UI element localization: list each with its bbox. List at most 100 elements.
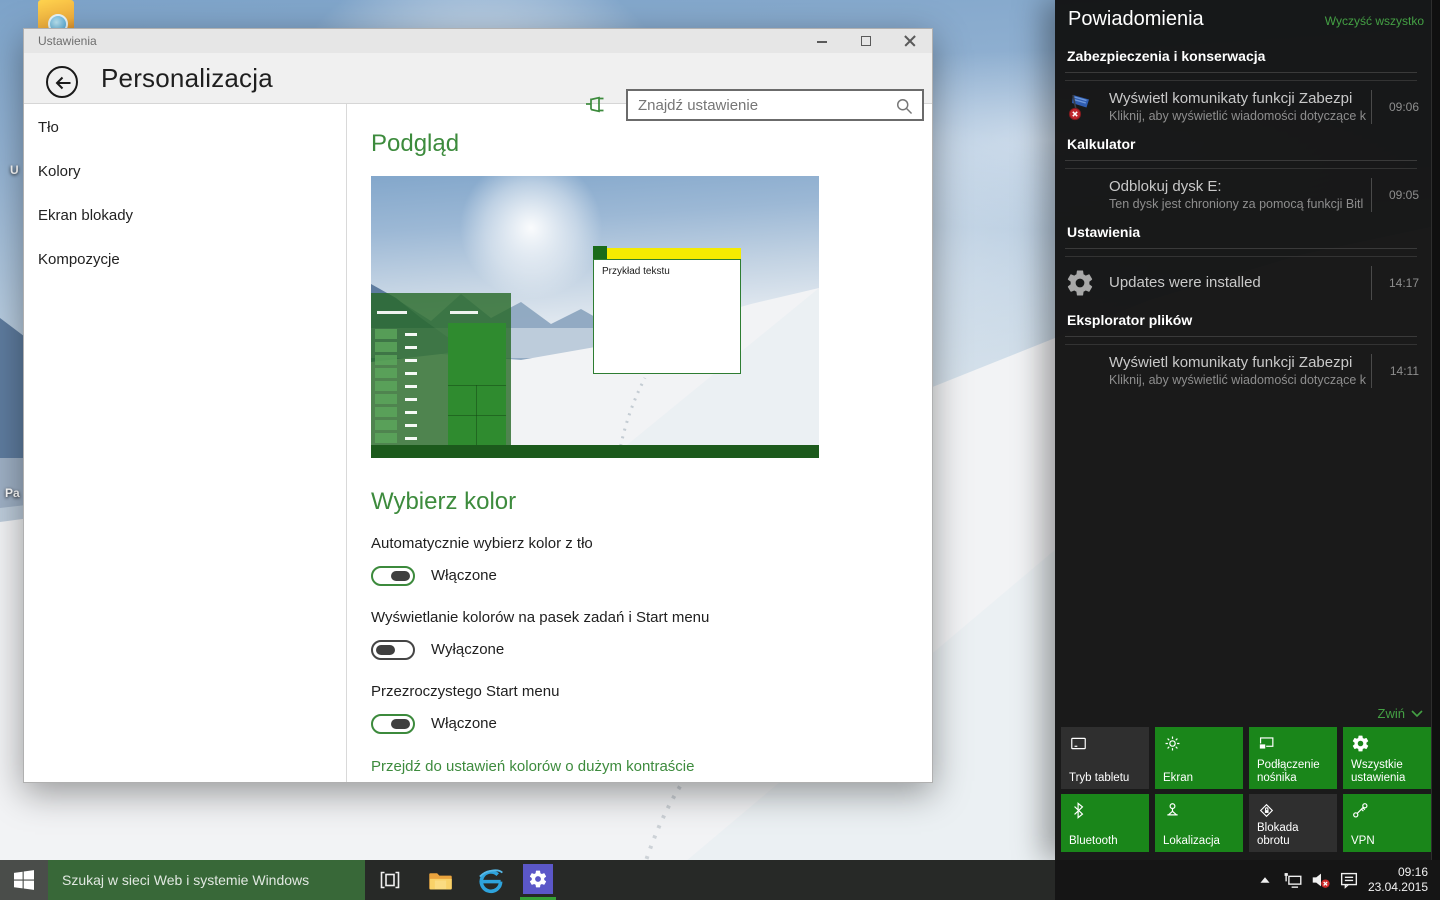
quick-action-display[interactable]: Ekran [1155, 727, 1243, 789]
window-title: Ustawienia [38, 34, 97, 48]
settings-window: Ustawienia Personalizacja Tło Kolory Ekr… [23, 28, 933, 783]
notification-item[interactable]: Updates were installed 14:17 [1065, 258, 1419, 307]
sidebar-item-themes[interactable]: Kompozycje [38, 248, 120, 272]
gear-icon [1352, 735, 1369, 752]
action-center-scrollbar[interactable] [1431, 0, 1440, 860]
sidebar-item-background[interactable]: Tło [38, 116, 59, 140]
sidebar-item-colors[interactable]: Kolory [38, 160, 81, 184]
tray-network[interactable] [1280, 860, 1306, 900]
back-button[interactable] [46, 66, 78, 98]
window-titlebar[interactable]: Ustawienia [24, 29, 932, 53]
notification-group: Ustawienia Updates were installed 14:17 [1055, 220, 1431, 308]
network-icon [1283, 872, 1302, 888]
close-button[interactable] [888, 29, 932, 53]
settings-search-box [626, 89, 924, 121]
vpn-icon [1353, 803, 1368, 818]
collapse-label: Zwiń [1377, 706, 1405, 721]
collapse-quick-actions[interactable]: Zwiń [1378, 706, 1424, 721]
settings-app-tile [523, 864, 553, 894]
app-header: Personalizacja [24, 53, 932, 121]
toggle-auto-color[interactable] [371, 566, 415, 586]
action-center-panel: Powiadomienia Wyczyść wszystko Zabezpiec… [1055, 0, 1440, 860]
gear-icon [1067, 270, 1093, 295]
taskbar-search-box [48, 860, 365, 900]
preview-sample-accent-square [593, 246, 607, 260]
file-explorer-button[interactable] [420, 860, 460, 900]
quick-action-rotation-lock[interactable]: Blokada obrotu [1249, 794, 1337, 852]
quick-action-connect-media[interactable]: Podłączenie nośnika [1249, 727, 1337, 789]
taskbar: 09:16 23.04.2015 [0, 860, 1440, 900]
maximize-icon [861, 36, 871, 46]
gear-icon [529, 870, 547, 888]
preview-sample-window: Przykład tekstu [593, 246, 741, 374]
quick-action-bluetooth[interactable]: Bluetooth [1061, 794, 1149, 852]
bluetooth-icon [1073, 802, 1084, 819]
toggle-knob [391, 719, 410, 729]
preview-sample-body: Przykład tekstu [593, 259, 741, 374]
desktop-icon-label-partial: Pa [5, 486, 20, 500]
search-icon [897, 98, 913, 115]
notification-group: Zabezpieczenia i konserwacja Wyświetl ko… [1055, 44, 1431, 132]
notification-title: Wyświetl komunikaty funkcji Zabezpi [1109, 89, 1353, 107]
internet-explorer-button[interactable] [470, 860, 510, 900]
notification-group: Kalkulator Odblokuj dysk E: Ten dysk jes… [1055, 132, 1431, 220]
preview-sample-text: Przykład tekstu [602, 266, 670, 277]
taskbar-search-input[interactable] [62, 860, 352, 900]
action-center-title: Powiadomienia [1068, 8, 1204, 30]
notification-time: 09:05 [1371, 177, 1419, 212]
quick-action-all-settings[interactable]: Wszystkie ustawienia [1343, 727, 1431, 789]
chevron-up-icon [1260, 877, 1270, 883]
notification-app-name: Kalkulator [1067, 136, 1136, 152]
preview-sample-titlebar [607, 248, 741, 259]
close-icon [904, 35, 916, 47]
desktop-icon[interactable] [38, 0, 74, 34]
toggle-transparent-start[interactable] [371, 714, 415, 734]
notification-time: 14:17 [1371, 265, 1419, 300]
notification-subtitle: Kliknij, aby wyświetlić wiadomości dotyc… [1109, 108, 1367, 123]
tray-volume[interactable] [1308, 860, 1334, 900]
tablet-mode-icon [1071, 737, 1086, 750]
quick-action-tablet-mode[interactable]: Tryb tabletu [1061, 727, 1149, 789]
clear-all-link[interactable]: Wyczyść wszystko [1325, 14, 1424, 28]
pin-icon [585, 96, 605, 113]
preview-start-menu [371, 293, 511, 445]
notification-group: Eksplorator plików Wyświetl komunikaty f… [1055, 308, 1431, 396]
taskbar-clock[interactable]: 09:16 23.04.2015 [1368, 865, 1428, 895]
notification-item[interactable]: Wyświetl komunikaty funkcji Zabezpi Klik… [1065, 346, 1419, 395]
notification-item[interactable]: Wyświetl komunikaty funkcji Zabezpi Klik… [1065, 82, 1419, 131]
quick-actions-grid: Tryb tabletu Ekran Podłączenie nośnika W… [1061, 727, 1431, 852]
volume-muted-icon [1312, 872, 1331, 889]
connect-screen-icon [1258, 737, 1274, 750]
sidebar-item-lockscreen[interactable]: Ekran blokady [38, 204, 133, 228]
pin-button[interactable] [584, 93, 606, 115]
minimize-button[interactable] [800, 29, 844, 53]
settings-app-button[interactable] [518, 860, 558, 900]
toggle-show-color[interactable] [371, 640, 415, 660]
notification-item[interactable]: Odblokuj dysk E: Ten dysk jest chroniony… [1065, 170, 1419, 219]
settings-search-input[interactable] [638, 91, 888, 119]
toggle-state-show-color: Wyłączone [431, 641, 505, 658]
toggle-knob [391, 571, 410, 581]
preview-start-tiles [448, 323, 506, 445]
security-flag-icon [1068, 93, 1090, 120]
task-view-button[interactable] [370, 860, 410, 900]
action-center-icon [1340, 872, 1358, 889]
page-title: Personalizacja [101, 63, 273, 93]
toggle-state-auto-color: Włączone [431, 567, 497, 584]
notification-title: Odblokuj dysk E: [1109, 177, 1222, 195]
task-view-icon [380, 871, 400, 889]
notification-app-name: Eksplorator plików [1067, 312, 1193, 328]
start-button[interactable] [0, 860, 48, 900]
notification-subtitle: Ten dysk jest chroniony za pomocą funkcj… [1109, 196, 1364, 211]
high-contrast-link[interactable]: Przejdź do ustawień kolorów o dużym kont… [371, 758, 694, 775]
tray-action-center[interactable] [1336, 860, 1362, 900]
minimize-icon [817, 41, 827, 43]
toggle-knob [376, 645, 395, 655]
tray-show-hidden-icons[interactable] [1256, 860, 1274, 900]
maximize-button[interactable] [844, 29, 888, 53]
back-arrow-icon [56, 76, 72, 90]
quick-action-vpn[interactable]: VPN [1343, 794, 1431, 852]
clock-date: 23.04.2015 [1367, 880, 1428, 894]
notification-app-name: Zabezpieczenia i konserwacja [1067, 48, 1266, 64]
quick-action-location[interactable]: Lokalizacja [1155, 794, 1243, 852]
